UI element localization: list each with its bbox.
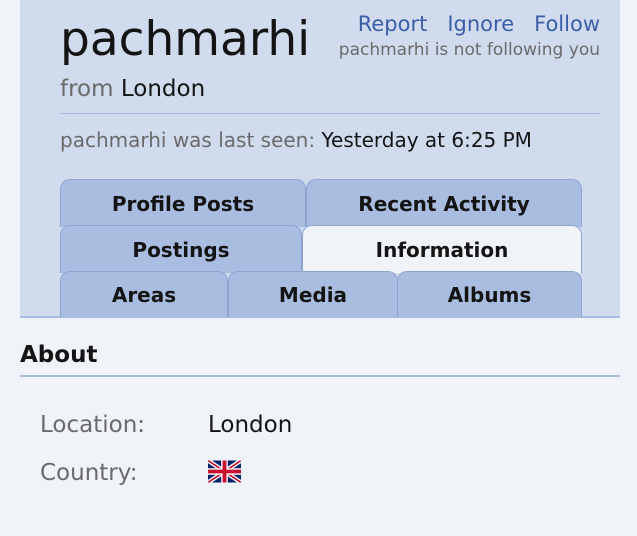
about-divider [20,375,620,377]
header-divider [60,113,600,114]
about-heading: About [20,342,98,368]
ignore-link[interactable]: Ignore [447,12,514,36]
last-seen-label: pachmarhi was last seen: [60,128,316,152]
profile-header: pachmarhi from London Report Ignore Foll… [20,0,620,318]
report-link[interactable]: Report [358,12,428,36]
tab-information[interactable]: Information [302,225,582,273]
follow-status: pachmarhi is not following you [338,40,600,60]
profile-actions: Report Ignore Follow [358,12,600,36]
from-prefix: from [60,76,114,102]
location-value: London [208,412,293,438]
profile-location: from London [60,74,205,104]
tab-recent-activity[interactable]: Recent Activity [306,179,582,227]
tab-media[interactable]: Media [228,271,398,317]
profile-username: pachmarhi [60,12,311,67]
tab-postings[interactable]: Postings [60,225,302,273]
country-label: Country: [40,460,138,486]
uk-flag-icon [208,460,241,483]
tab-albums[interactable]: Albums [397,271,582,317]
tab-profile-posts[interactable]: Profile Posts [60,179,306,227]
location-label: Location: [40,412,146,438]
last-seen-time: Yesterday at 6:25 PM [321,128,532,152]
last-seen: pachmarhi was last seen: Yesterday at 6:… [60,126,532,154]
from-city: London [120,76,206,102]
follow-link[interactable]: Follow [534,12,600,36]
tab-areas[interactable]: Areas [60,271,228,317]
